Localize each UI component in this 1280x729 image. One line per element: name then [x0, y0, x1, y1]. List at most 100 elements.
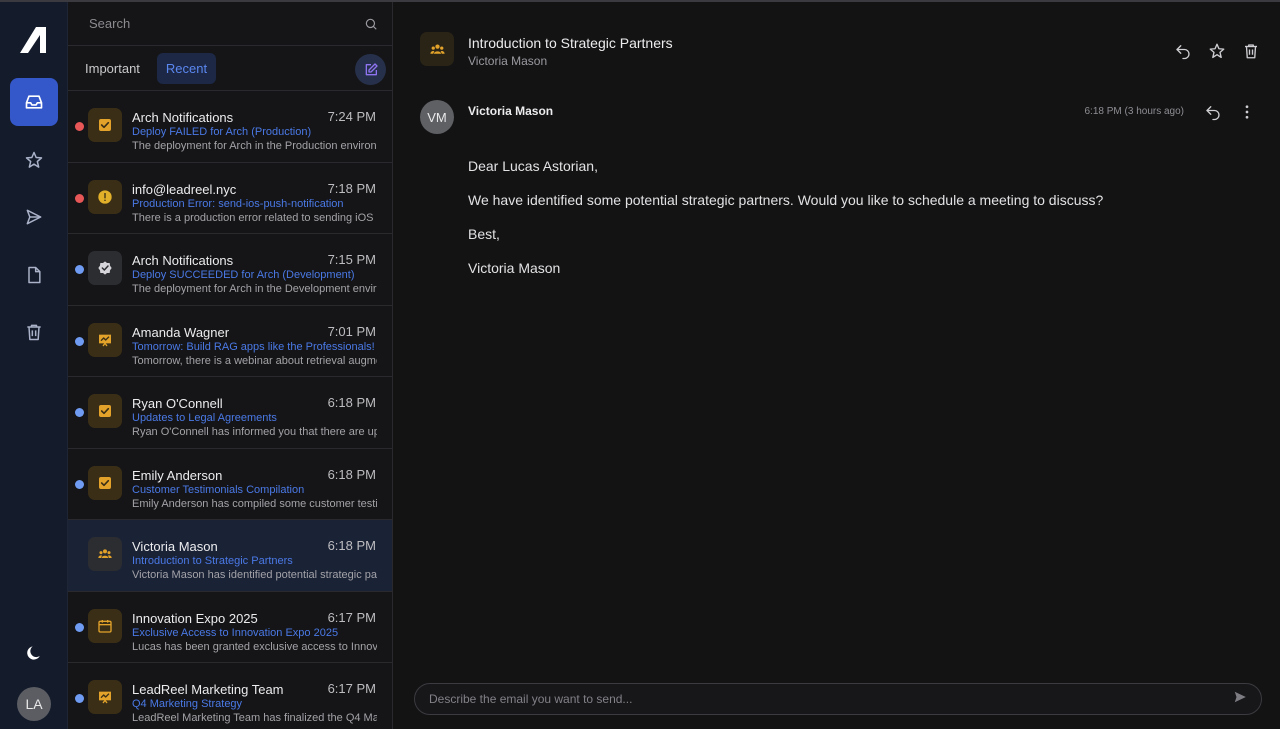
list-item[interactable]: Arch Notifications 7:15 PM Deploy SUCCEEDE…: [68, 234, 392, 306]
item-time: 7:24 PM: [327, 109, 376, 124]
ai-compose-input[interactable]: Describe the email you want to send...: [414, 683, 1262, 715]
item-subject: Introduction to Strategic Partners: [132, 555, 293, 567]
tab-important[interactable]: Important: [76, 53, 149, 84]
list-item[interactable]: Arch Notifications 7:24 PM Deploy FAILED f…: [68, 91, 392, 163]
group-icon: [88, 537, 122, 571]
item-time: 6:17 PM: [327, 681, 376, 696]
unread-dot: [75, 408, 84, 417]
message-line: Victoria Mason: [468, 260, 561, 276]
drafts-button[interactable]: [10, 251, 58, 299]
thread-category-badge: [420, 32, 454, 66]
item-sender: Emily Anderson: [132, 467, 223, 483]
item-sender: Ryan O'Connell: [132, 396, 223, 411]
nav-rail: LA: [0, 2, 68, 729]
sender-avatar: VM: [420, 100, 454, 134]
inbox-button[interactable]: [10, 78, 58, 126]
user-avatar[interactable]: LA: [17, 687, 51, 721]
reply-icon: [1206, 106, 1220, 121]
group-icon: [429, 44, 445, 54]
list-item[interactable]: Ryan O'Connell 6:18 PM Updates to Legal Ag…: [68, 377, 392, 449]
message-sender: Victoria Mason: [468, 104, 554, 118]
unread-dot: [75, 479, 84, 489]
item-subject: Production Error: send-ios-push-notifica…: [132, 197, 344, 210]
checkbox-icon: [88, 465, 122, 500]
theme-toggle-button[interactable]: [10, 629, 58, 677]
item-preview: Emily Anderson has compiled some custome…: [132, 497, 377, 510]
list-item[interactable]: Victoria Mason 6:18 PM Introduction to Str…: [68, 520, 392, 592]
list-item[interactable]: Amanda Wagner 7:01 PM Tomorrow: Build RAG …: [68, 306, 392, 377]
item-preview: There is a production error related to s…: [132, 211, 377, 224]
unread-dot: [75, 336, 84, 346]
item-time: 6:18 PM: [327, 395, 376, 410]
item-preview: The deployment for Arch in the Productio…: [132, 140, 377, 152]
trash-icon: [1245, 44, 1257, 59]
app-logo[interactable]: [18, 25, 50, 55]
item-subject: Deploy FAILED for Arch (Production): [132, 126, 312, 138]
list-item[interactable]: info@leadreel.nyc 7:18 PM Production Error…: [68, 163, 392, 234]
message-line: Dear Lucas Astorian,: [468, 158, 598, 174]
moon-icon: [27, 646, 40, 660]
send-icon: [1234, 691, 1246, 702]
email-sender-subtitle: Victoria Mason: [468, 54, 548, 68]
thread-actions: [1174, 42, 1260, 60]
unread-dot: [75, 193, 84, 203]
message-list-panel: Search Important Recent Arch Notificatio…: [68, 2, 393, 729]
send-button[interactable]: [1233, 690, 1247, 709]
message-reply-button[interactable]: [1204, 103, 1222, 121]
item-preview: LeadReel Marketing Team has finalized th…: [132, 712, 377, 724]
more-options-button[interactable]: [1238, 103, 1256, 121]
item-subject: Deploy SUCCEEDED for Arch (Development): [132, 269, 355, 281]
star-button[interactable]: [1208, 42, 1226, 60]
item-sender: Innovation Expo 2025: [132, 610, 258, 626]
unread-dot: [75, 265, 84, 274]
item-subject: Customer Testimonials Compilation: [132, 483, 305, 496]
trash-icon: [27, 324, 41, 341]
message-line: We have identified some potential strate…: [468, 192, 1104, 208]
edit-icon: [365, 62, 378, 75]
item-sender: LeadReel Marketing Team: [132, 682, 284, 697]
file-icon: [28, 266, 41, 284]
trash-button[interactable]: [10, 308, 58, 356]
item-subject: Q4 Marketing Strategy: [132, 698, 243, 710]
compose-placeholder: Describe the email you want to send...: [429, 692, 633, 706]
compose-button[interactable]: [355, 54, 386, 85]
star-icon: [25, 151, 43, 168]
presentation-icon: [88, 680, 122, 714]
search-bar[interactable]: Search: [68, 2, 392, 46]
item-preview: Lucas has been granted exclusive access …: [132, 640, 377, 653]
item-sender: Arch Notifications: [132, 110, 234, 125]
unread-dot: [75, 122, 84, 131]
search-icon[interactable]: [364, 17, 378, 31]
message-actions: [1204, 103, 1256, 121]
delete-button[interactable]: [1242, 42, 1260, 60]
message-line: Best,: [468, 226, 500, 242]
sent-button[interactable]: [10, 193, 58, 241]
reply-button[interactable]: [1174, 42, 1192, 60]
item-time: 7:18 PM: [327, 180, 376, 196]
verified-icon: [88, 251, 122, 285]
email-subject: Introduction to Strategic Partners: [468, 35, 673, 51]
list-item[interactable]: Innovation Expo 2025 6:17 PM Exclusive Acc…: [68, 592, 392, 663]
message-timestamp: 6:18 PM (3 hours ago): [1084, 106, 1185, 117]
reading-pane: Introduction to Strategic Partners Victo…: [393, 2, 1280, 729]
item-preview: The deployment for Arch in the Developme…: [132, 283, 377, 295]
list-item[interactable]: Emily Anderson 6:18 PM Customer Testimonia…: [68, 449, 392, 520]
star-icon: [1209, 43, 1225, 59]
item-time: 7:01 PM: [327, 323, 376, 339]
unread-dot: [75, 622, 84, 632]
item-time: 6:17 PM: [327, 609, 376, 625]
tab-recent[interactable]: Recent: [156, 52, 217, 84]
alert-icon: [88, 179, 122, 214]
starred-button[interactable]: [10, 136, 58, 184]
send-icon: [26, 209, 42, 225]
item-time: 7:15 PM: [327, 252, 376, 267]
item-sender: Victoria Mason: [132, 539, 218, 554]
calendar-icon: [88, 608, 122, 643]
item-subject: Exclusive Access to Innovation Expo 2025: [132, 626, 339, 639]
list-item[interactable]: LeadReel Marketing Team 6:17 PM Q4 Marketi…: [68, 663, 392, 729]
more-vertical-icon: [1245, 105, 1249, 119]
item-subject: Tomorrow: Build RAG apps like the Profes…: [132, 340, 375, 353]
checkbox-icon: [88, 394, 122, 428]
item-preview: Tomorrow, there is a webinar about retri…: [132, 354, 377, 367]
search-input[interactable]: Search: [89, 16, 130, 31]
